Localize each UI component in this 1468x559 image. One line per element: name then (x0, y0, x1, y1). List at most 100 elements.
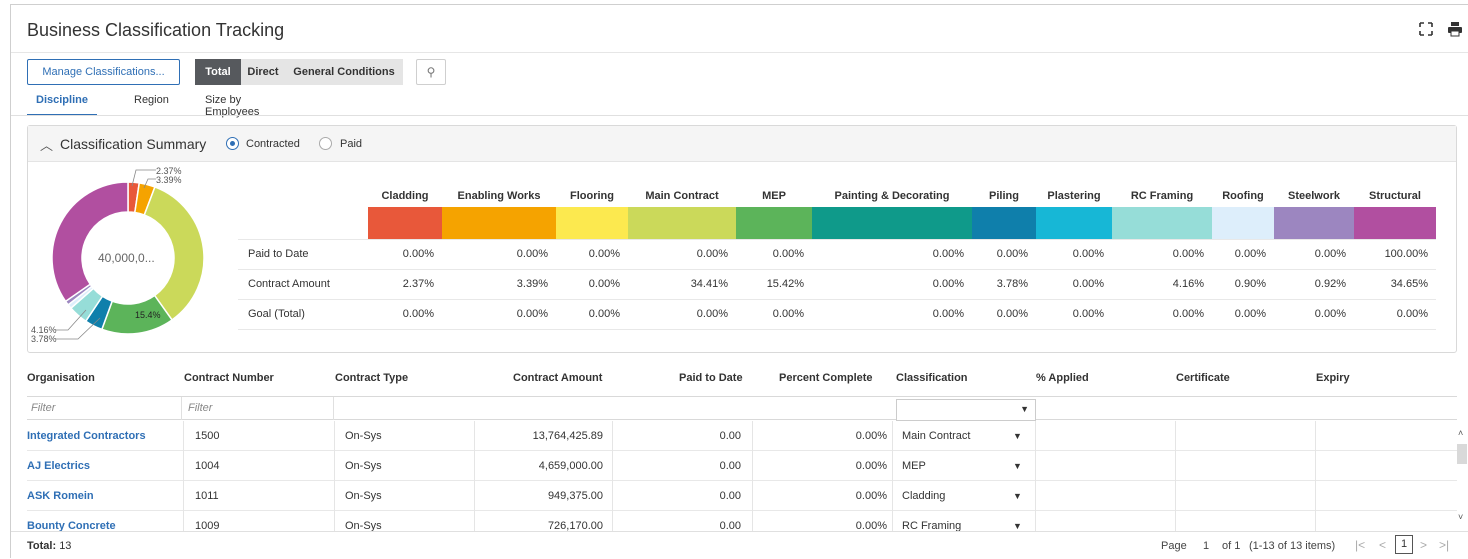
summary-cell: 0.00% (736, 299, 812, 330)
manage-classifications-button[interactable]: Manage Classifications... (27, 59, 180, 85)
classification-summary-panel: ︿ Classification Summary Contracted Paid… (27, 125, 1457, 353)
pin-icon: ⚲ (426, 65, 436, 79)
total-label: Total: (27, 540, 57, 552)
page-of: of 1 (1222, 540, 1241, 552)
fullscreen-icon[interactable] (1417, 21, 1435, 39)
column-divider (892, 451, 893, 481)
last-page-icon[interactable]: >| (1439, 538, 1449, 552)
column-divider (334, 481, 335, 511)
radio-paid[interactable] (319, 137, 332, 150)
classification-dropdown-icon[interactable]: ▼ (1013, 491, 1022, 501)
summary-cell: 0.00% (556, 239, 628, 270)
total-value: 13 (59, 540, 72, 552)
contract-type-cell: On-Sys (345, 490, 382, 502)
scroll-down-icon[interactable]: ˅ (1458, 512, 1463, 522)
summary-col-1: Enabling Works (457, 190, 541, 202)
col-contract-type[interactable]: Contract Type (335, 372, 408, 384)
scroll-up-icon[interactable]: ˄ (1458, 428, 1463, 438)
summary-cell: 0.00% (812, 299, 972, 330)
app-window: Business Classification Tracking Manage … (10, 4, 1468, 559)
column-divider (1315, 421, 1316, 451)
organisation-link[interactable]: ASK Romein (27, 481, 182, 511)
col-contract-number[interactable]: Contract Number (184, 372, 274, 384)
column-divider (183, 481, 184, 511)
percent-complete-cell: 0.00% (855, 460, 887, 472)
col-paid-to-date[interactable]: Paid to Date (679, 372, 743, 384)
summary-col-11: Structural (1369, 190, 1421, 202)
pin-button[interactable]: ⚲ (416, 59, 446, 85)
summary-cell: 0.00% (1274, 299, 1354, 330)
color-swatch (1274, 207, 1354, 240)
grid-header: Organisation Contract Number Contract Ty… (27, 372, 1457, 394)
col-certificate[interactable]: Certificate (1176, 372, 1230, 384)
summary-cell: 0.00% (442, 299, 556, 330)
prev-page-icon[interactable]: < (1379, 538, 1386, 552)
next-page-icon[interactable]: > (1420, 538, 1427, 552)
grid-footer: Total: 13 Page 1 of 1 (1-13 of 13 items)… (11, 531, 1468, 559)
col-percent-complete[interactable]: Percent Complete (779, 372, 873, 384)
summary-col-10: Steelwork (1288, 190, 1340, 202)
summary-cell: 0.00% (1112, 299, 1212, 330)
classification-cell[interactable]: Cladding (902, 481, 945, 511)
column-divider (334, 421, 335, 451)
panel-header[interactable]: ︿ Classification Summary Contracted Paid (28, 126, 1456, 162)
summary-cell: 0.00% (368, 239, 442, 270)
filter-classification-select[interactable]: ▼ (896, 399, 1036, 421)
column-divider (183, 451, 184, 481)
segment-general-conditions[interactable]: General Conditions (285, 59, 403, 85)
summary-cell: 0.00% (736, 239, 812, 270)
color-swatch (1354, 207, 1436, 240)
summary-cell: 0.00% (1112, 239, 1212, 270)
col-contract-amount[interactable]: Contract Amount (513, 372, 602, 384)
tab-region[interactable]: Region (134, 94, 169, 114)
summary-row-label: Paid to Date (238, 239, 368, 270)
donut-chart: 40,000,0... 2.37% 3.39% 15.4% 4.16% 3.78… (28, 162, 228, 352)
filter-contract-number[interactable]: Filter (184, 397, 334, 420)
classification-dropdown-icon[interactable]: ▼ (1013, 521, 1022, 531)
summary-cell: 0.00% (368, 299, 442, 330)
page-items: (1-13 of 13 items) (1249, 540, 1336, 552)
tab-size-by-employees[interactable]: Size by Employees (205, 94, 259, 126)
panel-title: Classification Summary (60, 136, 207, 152)
vertical-scrollbar[interactable]: ˄ ˅ (1456, 428, 1468, 525)
first-page-icon[interactable]: |< (1355, 538, 1365, 552)
summary-cell: 2.37% (368, 269, 442, 300)
scroll-thumb[interactable] (1457, 444, 1467, 464)
column-divider (1175, 451, 1176, 481)
col-organisation[interactable]: Organisation (27, 372, 95, 384)
color-swatch (1112, 207, 1212, 240)
summary-row-label: Goal (Total) (238, 299, 368, 330)
segment-total[interactable]: Total (195, 59, 241, 85)
column-divider (1175, 421, 1176, 451)
classification-cell[interactable]: Main Contract (902, 421, 970, 451)
contract-amount-cell: 4,659,000.00 (538, 460, 603, 472)
col-classification[interactable]: Classification (896, 372, 968, 384)
col-applied[interactable]: % Applied (1036, 372, 1089, 384)
classification-dropdown-icon[interactable]: ▼ (1013, 461, 1022, 471)
color-swatch (736, 207, 812, 240)
color-swatch (1036, 207, 1112, 240)
table-row[interactable]: ASK Romein 1011 On-Sys 949,375.00 0.00 0.00% C… (27, 481, 1457, 511)
filter-organisation[interactable]: Filter (27, 397, 182, 420)
summary-col-0: Cladding (381, 190, 429, 202)
segment-direct[interactable]: Direct (241, 59, 285, 85)
radio-contracted[interactable] (226, 137, 239, 150)
collapse-icon[interactable]: ︿ (40, 135, 53, 154)
paid-to-date-cell: 0.00 (719, 460, 741, 472)
col-expiry[interactable]: Expiry (1316, 372, 1350, 384)
summary-cell: 0.00% (1036, 239, 1112, 270)
color-swatch (972, 207, 1036, 240)
print-icon[interactable] (1446, 21, 1464, 39)
table-row[interactable]: AJ Electrics 1004 On-Sys 4,659,000.00 0.00 0.… (27, 451, 1457, 481)
table-row[interactable]: Integrated Contractors 1500 On-Sys 13,764,4… (27, 421, 1457, 451)
classification-cell[interactable]: MEP (902, 451, 926, 481)
summary-cell: 0.00% (442, 239, 556, 270)
tab-discipline[interactable]: Discipline (27, 94, 97, 116)
contract-number-cell: 1011 (195, 490, 219, 502)
classification-dropdown-icon[interactable]: ▼ (1013, 431, 1022, 441)
page-number-box[interactable]: 1 (1395, 535, 1413, 554)
organisation-link[interactable]: AJ Electrics (27, 451, 182, 481)
summary-cell: 0.00% (1212, 299, 1274, 330)
organisation-link[interactable]: Integrated Contractors (27, 421, 182, 451)
swatch-row-label (238, 207, 368, 240)
